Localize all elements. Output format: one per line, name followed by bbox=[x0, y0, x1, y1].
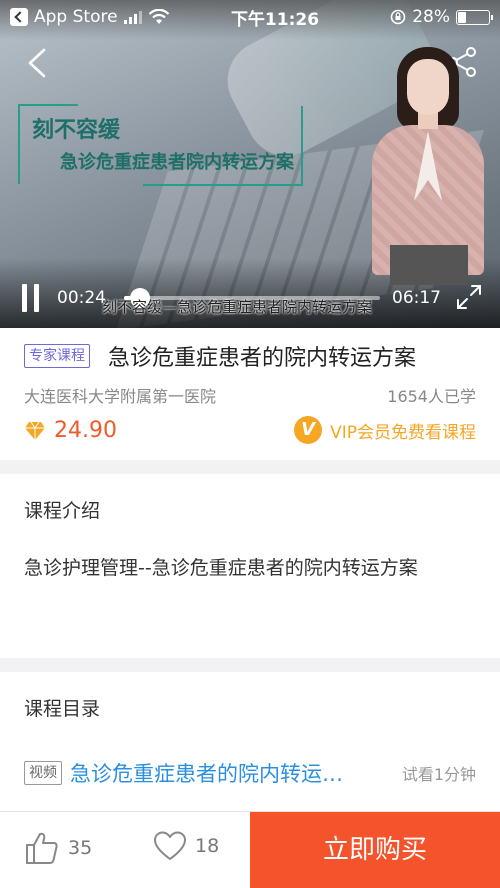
lesson-item[interactable]: 视频 急诊危重症患者的院内转运方案 试看1分钟 bbox=[24, 758, 476, 788]
like-count: 35 bbox=[68, 837, 93, 859]
signal-icon bbox=[123, 10, 142, 24]
diamond-icon bbox=[25, 421, 45, 440]
player-controls: 00:24 刻不容缓—急诊危重症患者院内转运方案 06:17 bbox=[0, 278, 500, 318]
bottom-action-bar: 35 18 立即购买 bbox=[0, 811, 500, 888]
thumbs-up-icon bbox=[26, 832, 58, 864]
favorite-button[interactable]: 18 bbox=[153, 830, 219, 862]
institution: 大连医科大学附属第一医院 bbox=[24, 387, 217, 406]
course-catalog-heading: 课程目录 bbox=[24, 698, 101, 720]
vip-free-link[interactable]: V VIP会员免费看课程 bbox=[294, 416, 476, 444]
current-time: 00:24 bbox=[57, 288, 106, 308]
vip-icon: V bbox=[294, 416, 323, 444]
video-player[interactable]: App Store 下午11:26 28% 刻不容缓 急诊危重症患者院内转运方案… bbox=[0, 0, 500, 328]
buy-now-button[interactable]: 立即购买 bbox=[250, 812, 500, 888]
vip-free-label[interactable]: VIP会员免费看课程 bbox=[330, 418, 476, 443]
like-button[interactable]: 35 bbox=[24, 830, 92, 866]
video-title-big: 刻不容缓 bbox=[32, 118, 121, 143]
battery-icon bbox=[456, 9, 493, 25]
status-time: 下午11:26 bbox=[230, 9, 320, 30]
course-info: 专家课程 急诊危重症患者的院内转运方案 大连医科大学附属第一医院 1654人已学… bbox=[0, 328, 500, 460]
course-title: 急诊危重症患者的院内转运方案 bbox=[108, 346, 417, 371]
rotation-lock-icon bbox=[390, 9, 406, 25]
total-time: 06:17 bbox=[392, 288, 441, 308]
presenter-image bbox=[362, 45, 492, 285]
video-tag: 视频 bbox=[24, 761, 62, 785]
expert-course-tag: 专家课程 bbox=[24, 344, 90, 368]
price-row: 24.90 bbox=[24, 418, 117, 443]
back-arrow-icon[interactable] bbox=[22, 46, 56, 80]
price: 24.90 bbox=[54, 418, 117, 443]
video-subtitle: 刻不容缓—急诊危重症患者院内转运方案 bbox=[102, 298, 373, 316]
back-to-app-label[interactable]: App Store bbox=[34, 7, 118, 27]
course-catalog-section: 课程目录 视频 急诊危重症患者的院内转运方案 试看1分钟 bbox=[0, 672, 500, 812]
course-intro-section: 课程介绍 急诊护理管理--急诊危重症患者的院内转运方案 bbox=[0, 474, 500, 658]
heart-icon bbox=[154, 831, 186, 860]
status-bar: App Store 下午11:26 28% bbox=[0, 0, 500, 34]
favorite-count: 18 bbox=[195, 835, 220, 857]
lesson-title[interactable]: 急诊危重症患者的院内转运方案 bbox=[70, 758, 360, 788]
pause-icon[interactable] bbox=[22, 284, 42, 312]
back-to-app-icon[interactable] bbox=[10, 8, 28, 26]
fullscreen-icon[interactable] bbox=[454, 282, 484, 312]
trial-label: 试看1分钟 bbox=[401, 765, 476, 784]
video-title-sub: 急诊危重症患者院内转运方案 bbox=[60, 152, 294, 173]
video-title-card: 刻不容缓 急诊危重症患者院内转运方案 bbox=[18, 104, 303, 186]
learner-count: 1654人已学 bbox=[387, 387, 476, 406]
course-intro-heading: 课程介绍 bbox=[24, 500, 101, 522]
battery-percent: 28% bbox=[412, 7, 450, 27]
course-intro-text: 急诊护理管理--急诊危重症患者的院内转运方案 bbox=[24, 557, 418, 579]
wifi-icon bbox=[148, 9, 169, 24]
